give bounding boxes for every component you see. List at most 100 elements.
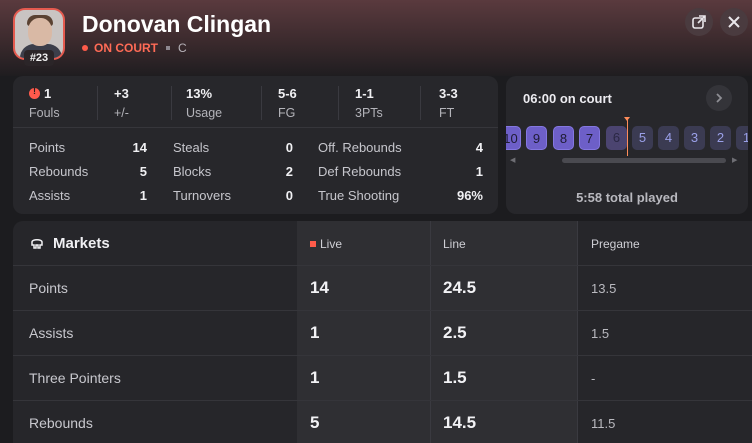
minute-cell[interactable]: 8 <box>553 126 574 150</box>
stat-row-label: Def Rebounds <box>318 164 402 179</box>
stat-value: 5-6 <box>278 86 297 101</box>
stat-label: FG <box>278 106 296 120</box>
stat-value: 3-3 <box>439 86 458 101</box>
minute-cell[interactable]: 6 <box>606 126 627 150</box>
market-pregame-value: 1.5 <box>591 326 610 341</box>
stat-row-value: 14 <box>132 140 147 155</box>
stat-row-label: Blocks <box>173 164 212 179</box>
stat-fouls: 1 Fouls <box>29 86 60 120</box>
stat-divider <box>338 86 339 120</box>
market-line-value: 14.5 <box>443 413 477 432</box>
alert-icon <box>29 86 40 99</box>
stat-row-label: Assists <box>29 188 71 203</box>
minute-cell[interactable]: 2 <box>710 126 731 150</box>
player-position: C <box>178 41 187 55</box>
player-header: #23 Donovan Clingan ON COURT C <box>0 0 752 76</box>
stat-divider <box>261 86 262 120</box>
markets-icon <box>31 238 43 249</box>
stat-value: 1 <box>44 86 52 101</box>
player-status-row: ON COURT C <box>82 41 187 55</box>
market-row-label: Assists <box>29 325 74 341</box>
stat-row-value: 0 <box>285 188 293 203</box>
stat-value: 13% <box>186 86 213 101</box>
markets-table: Markets Live Line Pregame Points 14 24.5… <box>13 221 752 443</box>
stats-separator <box>13 127 498 128</box>
stat-usage: 13% Usage <box>186 86 222 120</box>
market-row-label: Three Pointers <box>29 370 121 386</box>
market-line-value: 1.5 <box>443 368 467 387</box>
market-row-label: Rebounds <box>29 415 93 431</box>
current-time-marker <box>624 117 630 156</box>
stat-label: Fouls <box>29 106 60 120</box>
stat-divider <box>97 86 98 120</box>
market-pregame-value: 13.5 <box>591 281 617 296</box>
minute-cell[interactable]: 9 <box>526 126 547 150</box>
market-pregame-value: 11.5 <box>591 416 616 431</box>
stat-label: FT <box>439 106 455 120</box>
stat-ft: 3-3 FT <box>439 86 458 120</box>
pregame-divider <box>577 221 578 443</box>
stat-row-value: 96% <box>456 188 483 203</box>
stat-plus-minus: +3 +/- <box>114 86 129 120</box>
scroll-left-icon[interactable]: ◀ <box>510 156 515 164</box>
scroll-right-icon[interactable]: ▶ <box>732 156 737 164</box>
live-status-dot <box>82 45 88 51</box>
stat-row-label: Rebounds <box>29 164 89 179</box>
minute-cell[interactable]: 1 <box>736 126 748 150</box>
stat-fg: 5-6 FG <box>278 86 297 120</box>
row-divider <box>13 400 752 401</box>
stat-label: Usage <box>186 106 223 120</box>
row-divider <box>13 265 752 266</box>
minute-cell[interactable]: 4 <box>658 126 679 150</box>
line-header: Line <box>443 237 466 251</box>
court-time-title: 06:00 on court <box>523 91 612 106</box>
live-header: Live <box>310 237 342 251</box>
timeline-scrollbar[interactable] <box>562 158 726 163</box>
markets-title-text: Markets <box>53 235 110 252</box>
stat-row-value: 2 <box>285 164 293 179</box>
total-played: 5:58 total played <box>576 190 678 205</box>
stat-row-value: 1 <box>139 188 147 203</box>
player-name: Donovan Clingan <box>82 11 272 37</box>
timeline-next-button[interactable] <box>706 85 732 111</box>
stat-divider <box>171 86 172 120</box>
stat-label: 3PTs <box>355 106 383 120</box>
stats-card: 1 Fouls +3 +/- 13% Usage 5-6 FG 1-1 3PTs… <box>13 76 498 214</box>
market-line-value: 2.5 <box>443 323 467 342</box>
market-live-value: 5 <box>310 413 320 432</box>
jersey-number: #23 <box>24 50 54 66</box>
on-court-status: ON COURT <box>94 41 158 55</box>
stat-value: +3 <box>114 86 129 101</box>
chevron-right-icon <box>716 93 723 103</box>
minute-cell[interactable]: 7 <box>579 126 600 150</box>
market-row-label: Points <box>29 280 68 296</box>
court-time-card: 06:00 on court 10 9 8 7 6 5 4 3 2 1 ◀ ▶ … <box>506 76 748 214</box>
stat-row-label: Off. Rebounds <box>318 140 402 155</box>
stat-row-value: 4 <box>475 140 483 155</box>
stat-row-value: 0 <box>285 140 293 155</box>
external-link-icon <box>692 15 706 29</box>
separator-dot <box>166 46 170 50</box>
minute-cell[interactable]: 5 <box>632 126 653 150</box>
stat-3pts: 1-1 3PTs <box>355 86 383 120</box>
external-link-button[interactable] <box>685 8 713 36</box>
minute-cell[interactable]: 10 <box>506 126 521 150</box>
stat-value: 1-1 <box>355 86 374 101</box>
market-line-value: 24.5 <box>443 278 477 297</box>
stat-row-value: 1 <box>475 164 483 179</box>
market-live-value: 1 <box>310 368 320 387</box>
market-live-value: 1 <box>310 323 320 342</box>
stat-row-label: Steals <box>173 140 210 155</box>
market-pregame-value: - <box>591 371 596 386</box>
minute-cell[interactable]: 3 <box>684 126 705 150</box>
avatar-face <box>28 18 52 46</box>
stat-label: +/- <box>114 106 129 120</box>
close-button[interactable] <box>720 8 748 36</box>
stat-row-label: Turnovers <box>173 188 232 203</box>
stat-row-label: True Shooting <box>318 188 400 203</box>
row-divider <box>13 355 752 356</box>
market-live-value: 14 <box>310 278 329 297</box>
stat-row-label: Points <box>29 140 66 155</box>
markets-title: Markets <box>29 235 110 252</box>
pregame-header: Pregame <box>591 237 640 251</box>
